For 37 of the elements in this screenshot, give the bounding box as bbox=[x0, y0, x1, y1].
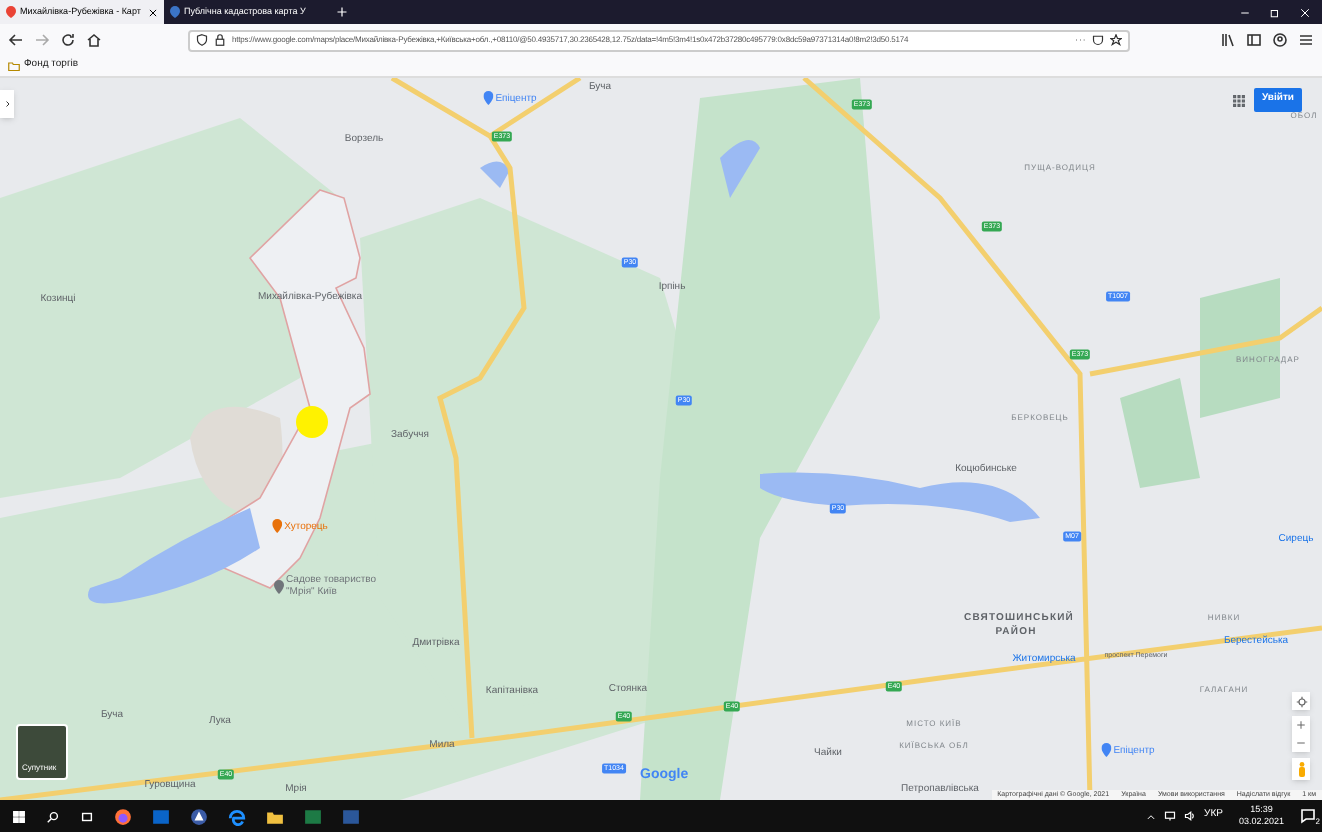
mail-app-icon[interactable] bbox=[152, 807, 170, 825]
spreadsheet-app-icon[interactable] bbox=[304, 807, 322, 825]
favicon-icon bbox=[6, 6, 16, 18]
lock-icon bbox=[214, 34, 226, 46]
my-location-button[interactable] bbox=[1292, 692, 1310, 710]
browser-app-icon[interactable] bbox=[114, 807, 132, 825]
reload-icon[interactable] bbox=[60, 32, 76, 48]
apps-grid-icon[interactable] bbox=[1232, 94, 1246, 108]
folder-icon bbox=[8, 60, 20, 72]
back-icon[interactable] bbox=[8, 32, 24, 48]
minus-icon bbox=[1296, 738, 1306, 748]
account-icon[interactable] bbox=[1272, 32, 1288, 48]
edge-app-icon[interactable] bbox=[228, 807, 246, 825]
plus-icon bbox=[1296, 720, 1306, 730]
windows-start-icon[interactable] bbox=[12, 809, 26, 823]
folder-app-icon[interactable] bbox=[266, 807, 284, 825]
new-tab-icon[interactable] bbox=[336, 6, 348, 18]
search-icon[interactable] bbox=[46, 809, 60, 823]
sidebar-icon[interactable] bbox=[1246, 32, 1262, 48]
restore-icon[interactable] bbox=[1270, 8, 1280, 18]
network-icon[interactable] bbox=[1164, 810, 1177, 822]
task-view-icon[interactable] bbox=[80, 809, 94, 823]
menu-icon[interactable] bbox=[1298, 32, 1314, 48]
caret-up-icon[interactable] bbox=[1146, 811, 1157, 821]
triangle-app-icon[interactable] bbox=[190, 807, 208, 825]
notification-icon[interactable] bbox=[1300, 808, 1316, 824]
minimize-icon[interactable] bbox=[1240, 8, 1250, 18]
close-icon[interactable] bbox=[148, 7, 158, 17]
library-icon[interactable] bbox=[1220, 32, 1236, 48]
shield-icon bbox=[196, 34, 208, 46]
favicon-icon bbox=[170, 6, 180, 18]
star-icon[interactable] bbox=[1110, 34, 1122, 46]
speaker-icon[interactable] bbox=[1184, 810, 1197, 822]
pegman-icon bbox=[1297, 761, 1305, 777]
location-icon bbox=[1295, 695, 1307, 707]
document-app-icon[interactable] bbox=[342, 807, 360, 825]
home-icon[interactable] bbox=[86, 32, 102, 48]
